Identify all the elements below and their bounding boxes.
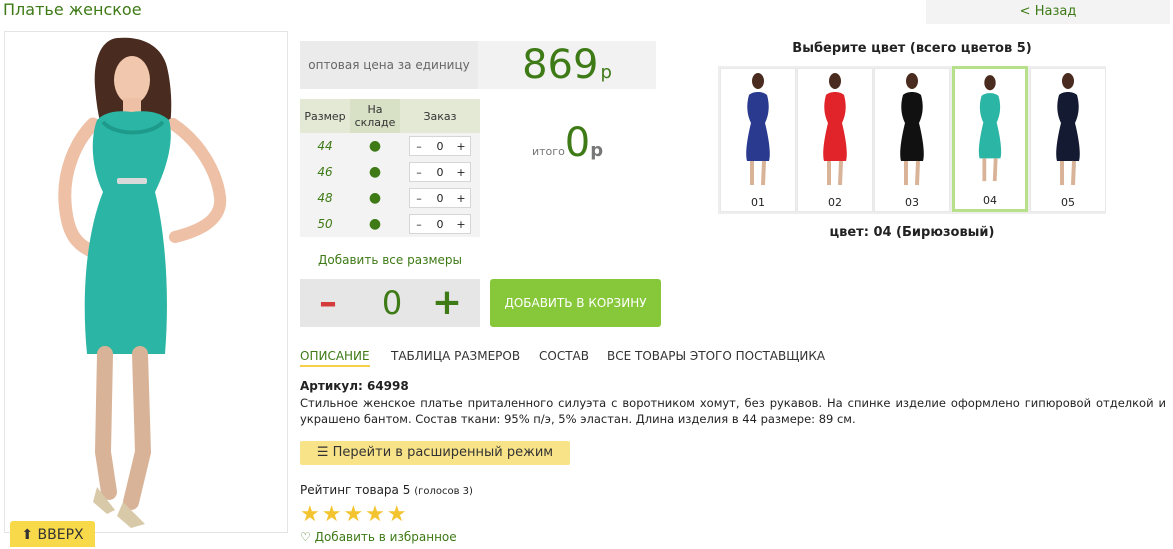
total-value: 0 (564, 120, 591, 166)
stepper-value[interactable]: 0 (430, 166, 450, 179)
minus-button[interactable]: – (410, 140, 428, 153)
rating-text: Рейтинг товара 5 (голосов 3) (300, 483, 473, 497)
table-row: 48 ● –0 + (300, 185, 480, 211)
quantity-stepper: –0 + (409, 188, 471, 208)
rating-label: Рейтинг товара 5 (300, 483, 411, 497)
plus-button[interactable]: + (452, 192, 470, 205)
dress-thumbnail-icon (978, 75, 1002, 182)
quantity-stepper: –0 + (409, 214, 471, 234)
dress-thumbnail-icon (823, 73, 847, 186)
quantity-stepper: –0 + (409, 162, 471, 182)
add-to-cart-button[interactable]: ДОБАВИТЬ В КОРЗИНУ (490, 279, 661, 327)
plus-button[interactable]: + (452, 140, 470, 153)
stepper-value[interactable]: 0 (430, 192, 450, 205)
swatch-number: 04 (983, 194, 997, 207)
stock-dot-icon: ● (350, 133, 400, 159)
stock-dot-icon: ● (350, 185, 400, 211)
tab-description[interactable]: ОПИСАНИЕ (300, 349, 370, 367)
stock-dot-icon: ● (350, 211, 400, 237)
add-all-sizes-link[interactable]: Добавить все размеры (300, 253, 480, 267)
swatch-number: 05 (1061, 196, 1075, 209)
size-cell: 50 (300, 211, 350, 237)
price-label: оптовая цена за единицу (300, 41, 478, 89)
dress-model-illustration (58, 37, 227, 528)
order-total: итого0р (532, 120, 662, 180)
swatch-number: 03 (905, 196, 919, 209)
quantity-stepper: –0 + (409, 136, 471, 156)
tab-composition[interactable]: СОСТАВ (539, 349, 589, 363)
dress-thumbnail-icon (746, 73, 770, 186)
size-cell: 44 (300, 133, 350, 159)
table-row: 50 ● –0 + (300, 211, 480, 237)
color-swatch-01[interactable]: 01 (720, 68, 796, 212)
price-currency: р (600, 62, 612, 83)
order-header: Заказ (400, 99, 480, 133)
size-order-table: Размер На складе Заказ 44 ● –0 + 46 ● –0 +… (300, 99, 480, 237)
product-tabs: ОПИСАНИЕ ТАБЛИЦА РАЗМЕРОВ СОСТАВ ВСЕ ТОВ… (300, 349, 860, 369)
plus-button[interactable]: + (452, 218, 470, 231)
add-to-favorites-link[interactable]: ♡ Добавить в избранное (300, 530, 457, 544)
minus-button[interactable]: – (410, 218, 428, 231)
product-description: Стильное женское платье приталенного сил… (300, 396, 1166, 426)
color-swatch-02[interactable]: 02 (797, 68, 873, 212)
table-row: 46 ● –0 + (300, 159, 480, 185)
color-swatch-04[interactable]: 04 (952, 66, 1028, 212)
page-title: Платье женское (3, 0, 142, 19)
swatch-number: 02 (828, 196, 842, 209)
scroll-up-button[interactable]: ⬆ ВВЕРХ (10, 521, 95, 547)
article-number: Артикул: 64998 (300, 379, 409, 393)
table-row: 44 ● –0 + (300, 133, 480, 159)
tab-size-table[interactable]: ТАБЛИЦА РАЗМЕРОВ (391, 349, 520, 363)
price-value: 869 р (478, 38, 656, 92)
total-label: итого (532, 145, 565, 158)
quantity-minus-button[interactable]: – (314, 280, 342, 326)
color-swatch-03[interactable]: 03 (874, 68, 950, 212)
swatch-number: 01 (751, 196, 765, 209)
tab-supplier-products[interactable]: ВСЕ ТОВАРЫ ЭТОГО ПОСТАВЩИКА (607, 349, 825, 363)
selected-color-label: цвет: 04 (Бирюзовый) (829, 225, 995, 240)
color-swatch-05[interactable]: 05 (1030, 68, 1106, 212)
price-number: 869 (522, 42, 599, 88)
total-currency: р (590, 140, 604, 161)
advanced-mode-button[interactable]: ☰ Перейти в расширенный режим (300, 441, 570, 465)
dress-thumbnail-icon (1056, 73, 1080, 186)
back-button[interactable]: < Назад (926, 0, 1170, 24)
minus-button[interactable]: – (410, 192, 428, 205)
stepper-value[interactable]: 0 (430, 140, 450, 153)
minus-button[interactable]: – (410, 166, 428, 179)
size-cell: 48 (300, 185, 350, 211)
stepper-value[interactable]: 0 (430, 218, 450, 231)
quantity-value[interactable]: 0 (372, 280, 412, 326)
size-header: Размер (300, 99, 350, 133)
quantity-plus-button[interactable]: + (430, 280, 464, 326)
dress-thumbnail-icon (900, 73, 924, 186)
color-picker-title: Выберите цвет (всего цветов 5) (792, 41, 1032, 56)
size-cell: 46 (300, 159, 350, 185)
product-main-image[interactable] (4, 31, 288, 533)
stock-dot-icon: ● (350, 159, 400, 185)
plus-button[interactable]: + (452, 166, 470, 179)
star-rating-icon[interactable]: ★★★★★ (300, 502, 409, 527)
rating-votes: (голосов 3) (414, 486, 473, 497)
stock-header: На складе (350, 99, 400, 133)
